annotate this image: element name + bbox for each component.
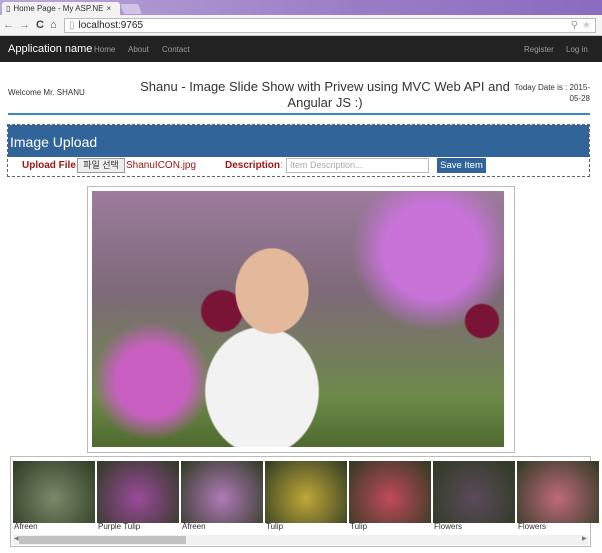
divider (8, 113, 590, 115)
upload-form: Upload File 파일 선택 ShanuICON.jpg Descript… (8, 157, 589, 175)
close-tab-icon[interactable]: × (107, 4, 112, 13)
home-icon[interactable]: ⌂ (50, 19, 57, 31)
thumbnail-image[interactable] (265, 461, 347, 523)
thumbnail-image[interactable] (517, 461, 599, 523)
browser-tab[interactable]: ▯ Home Page - My ASP.NE × (2, 2, 120, 15)
nav-contact[interactable]: Contact (162, 45, 190, 54)
upload-heading: Image Upload (8, 125, 589, 157)
save-item-button[interactable]: Save Item (437, 158, 486, 173)
thumbnail-image[interactable] (13, 461, 95, 523)
thumbnail-label: Flowers (518, 522, 547, 531)
brand-link[interactable]: Application name (8, 43, 92, 55)
scrollbar-thumb[interactable] (19, 536, 186, 544)
page-icon: ▯ (6, 4, 11, 13)
scroll-right-icon[interactable]: ▶ (582, 535, 587, 542)
zoom-icon[interactable]: ⚲ (571, 20, 578, 31)
page-title: Shanu - Image Slide Show with Privew usi… (140, 79, 510, 110)
reload-icon[interactable]: C (36, 19, 44, 31)
new-tab-button[interactable] (120, 4, 142, 14)
navbar: Application name Home About Contact Regi… (0, 36, 602, 62)
forward-icon[interactable]: → (19, 19, 30, 31)
thumbnail-image[interactable] (349, 461, 431, 523)
thumbnail-label: Tulip (266, 522, 284, 531)
nav-register[interactable]: Register (524, 45, 554, 54)
back-icon[interactable]: ← (3, 19, 14, 31)
thumbnail-label: Purple Tulip (98, 522, 141, 531)
file-choose-button[interactable]: 파일 선택 (77, 158, 125, 173)
thumbnail-image[interactable] (181, 461, 263, 523)
description-input[interactable]: Item Description... (286, 158, 429, 173)
nav-home[interactable]: Home (94, 45, 115, 54)
thumbnail-label: Tulip (350, 522, 368, 531)
file-name: ShanuICON.jpg (126, 160, 197, 171)
thumbnail-label: Afreen (14, 522, 38, 531)
page-icon: ▯ (69, 20, 75, 31)
thumbnail-label: Afreen (182, 522, 206, 531)
scroll-left-icon[interactable]: ◀ (14, 535, 19, 542)
thumbnail-label: Flowers (434, 522, 463, 531)
thumbnail-image[interactable] (97, 461, 179, 523)
upload-file-label: Upload File (22, 160, 76, 171)
welcome-text: Welcome Mr. SHANU (8, 88, 85, 97)
preview-image (92, 191, 504, 447)
description-label: Description (225, 160, 281, 171)
colon: : (280, 160, 283, 171)
nav-about[interactable]: About (128, 45, 149, 54)
address-bar[interactable]: ▯ localhost:9765 ⚲ ★ (64, 18, 596, 33)
star-icon[interactable]: ★ (582, 20, 591, 31)
nav-login[interactable]: Log in (566, 45, 588, 54)
today-date: Today Date is : 2015-05-28 (514, 83, 590, 103)
thumbnail-image[interactable] (433, 461, 515, 523)
